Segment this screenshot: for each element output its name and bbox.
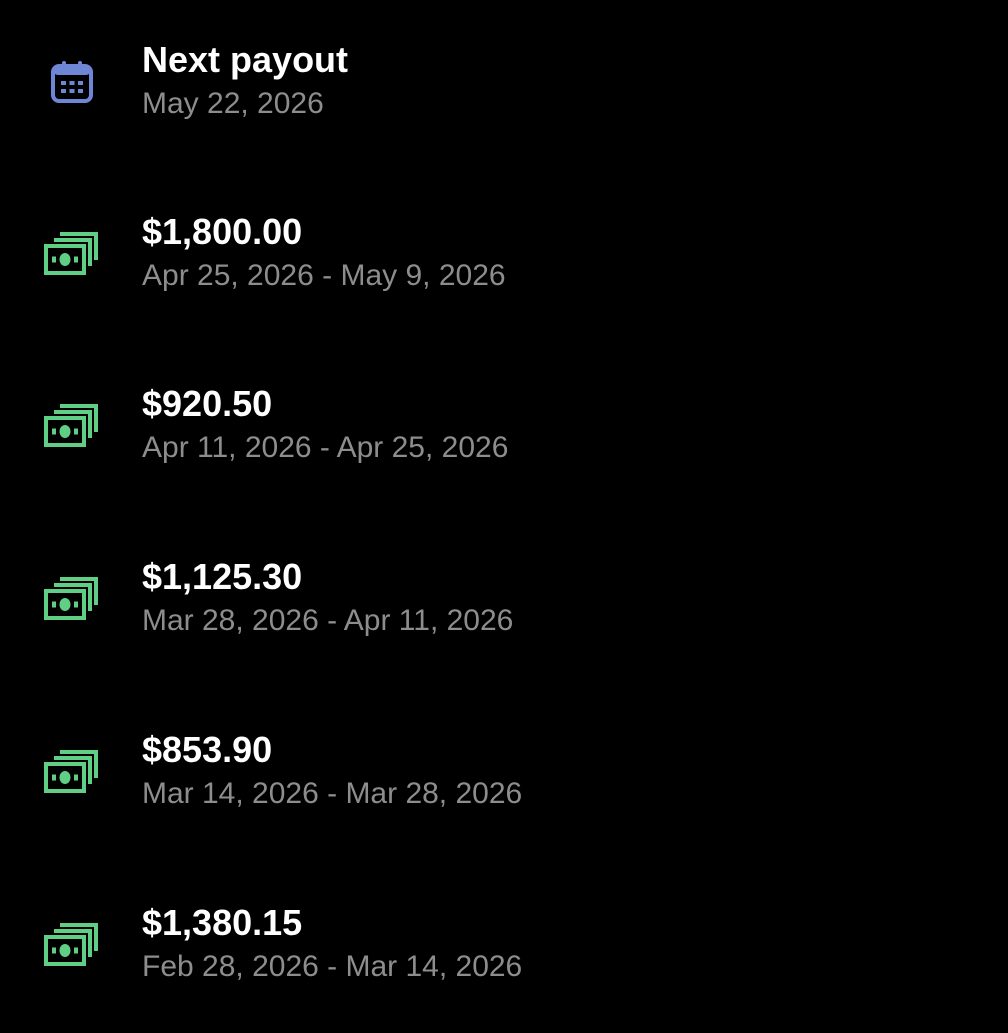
payout-amount: $920.50 (142, 383, 273, 424)
payout-amount: $853.90 (142, 729, 273, 770)
payout-period: Feb 28, 2026 - Mar 14, 2026 (142, 950, 523, 983)
payout-period: Apr 25, 2026 - May 9, 2026 (142, 259, 506, 292)
payout-amount: $1,125.30 (142, 556, 303, 597)
money-stack-icon (44, 230, 100, 276)
payout-row[interactable]: $1,380.15 Feb 28, 2026 - Mar 14, 2026 (0, 883, 1008, 1033)
money-stack-icon (44, 402, 100, 448)
next-payout-title: Next payout (142, 39, 349, 80)
calendar-icon (48, 58, 96, 106)
payout-period: Mar 14, 2026 - Mar 28, 2026 (142, 777, 523, 810)
next-payout-date: May 22, 2026 (142, 87, 324, 120)
payout-amount: $1,800.00 (142, 211, 303, 252)
payout-period: Apr 11, 2026 - Apr 25, 2026 (142, 431, 509, 464)
money-stack-icon (44, 921, 100, 967)
payout-row[interactable]: $920.50 Apr 11, 2026 - Apr 25, 2026 (0, 364, 1008, 514)
payout-row[interactable]: $1,800.00 Apr 25, 2026 - May 9, 2026 (0, 192, 1008, 342)
payout-row[interactable]: $1,125.30 Mar 28, 2026 - Apr 11, 2026 (0, 537, 1008, 687)
payout-amount: $1,380.15 (142, 902, 303, 943)
money-stack-icon (44, 575, 100, 621)
money-stack-icon (44, 748, 100, 794)
payout-row[interactable]: $853.90 Mar 14, 2026 - Mar 28, 2026 (0, 710, 1008, 860)
payout-list: Next payout May 22, 2026 $1,800.00 Apr 2… (0, 0, 1008, 1024)
payout-period: Mar 28, 2026 - Apr 11, 2026 (142, 604, 514, 637)
next-payout-row[interactable]: Next payout May 22, 2026 (0, 20, 1008, 170)
